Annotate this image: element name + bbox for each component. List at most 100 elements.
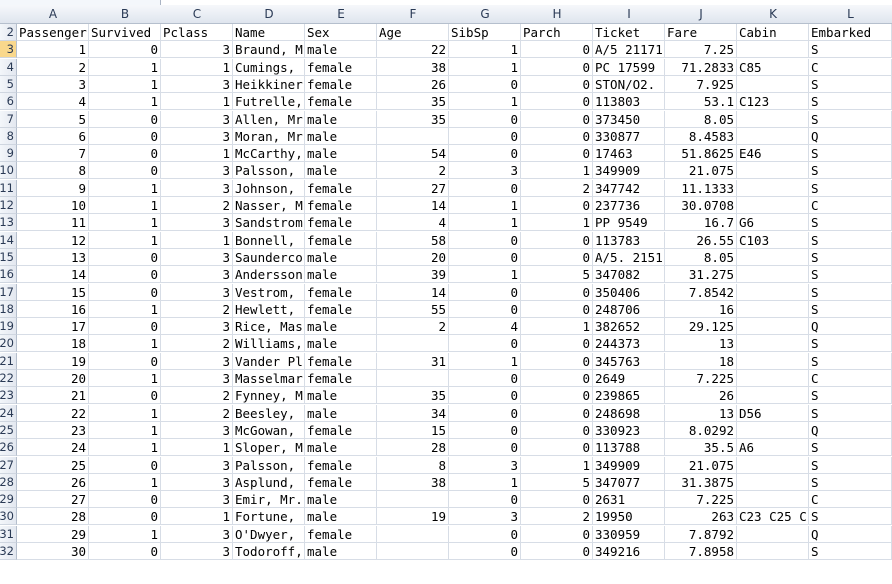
cell-k[interactable]: C23 C25 C — [737, 508, 809, 526]
cell-c[interactable]: 3 — [161, 248, 233, 266]
cell-h[interactable]: 5 — [521, 473, 593, 491]
cell-c[interactable]: 3 — [161, 214, 233, 232]
row-number[interactable]: 11 — [0, 179, 17, 197]
cell-e[interactable]: female — [305, 214, 377, 232]
cell-a[interactable]: 3 — [17, 75, 89, 93]
cell-j[interactable]: Fare — [665, 24, 737, 41]
cell-f[interactable]: 19 — [377, 508, 449, 526]
cell-d[interactable]: Heikkiner — [233, 75, 305, 93]
cell-b[interactable]: 1 — [89, 421, 161, 439]
cell-h[interactable]: 0 — [521, 543, 593, 560]
cell-h[interactable]: 1 — [521, 214, 593, 232]
cell-b[interactable]: 1 — [89, 75, 161, 93]
cell-i[interactable]: 248698 — [593, 404, 665, 422]
cell-c[interactable]: 3 — [161, 179, 233, 197]
cell-d[interactable]: Todoroff, — [233, 543, 305, 560]
row-number[interactable]: 10 — [0, 162, 17, 180]
cell-l[interactable]: S — [809, 266, 892, 284]
cell-l[interactable]: S — [809, 93, 892, 111]
cell-i[interactable]: 347742 — [593, 179, 665, 197]
cell-d[interactable]: Sloper, M — [233, 439, 305, 457]
cell-j[interactable]: 13 — [665, 335, 737, 353]
cell-c[interactable]: 1 — [161, 93, 233, 111]
cell-g[interactable]: 1 — [449, 266, 521, 284]
cell-j[interactable]: 8.0292 — [665, 421, 737, 439]
cell-b[interactable]: 0 — [89, 283, 161, 301]
cell-c[interactable]: 3 — [161, 352, 233, 370]
cell-b[interactable]: Survived — [89, 24, 161, 41]
cell-g[interactable]: 0 — [449, 525, 521, 543]
row-number[interactable]: 7 — [0, 110, 17, 128]
cell-g[interactable]: 3 — [449, 456, 521, 474]
cell-c[interactable]: 3 — [161, 41, 233, 59]
cell-j[interactable]: 263 — [665, 508, 737, 526]
cell-k[interactable] — [737, 179, 809, 197]
cell-e[interactable]: female — [305, 179, 377, 197]
cell-f[interactable]: 27 — [377, 179, 449, 197]
cell-j[interactable]: 8.05 — [665, 248, 737, 266]
cell-b[interactable]: 0 — [89, 508, 161, 526]
cell-j[interactable]: 7.8542 — [665, 283, 737, 301]
cell-d[interactable]: Vander Pl — [233, 352, 305, 370]
cell-c[interactable]: 2 — [161, 335, 233, 353]
cell-d[interactable]: Rice, Mas — [233, 318, 305, 336]
cell-b[interactable]: 1 — [89, 473, 161, 491]
cell-j[interactable]: 31.275 — [665, 266, 737, 284]
cell-i[interactable]: 330877 — [593, 127, 665, 145]
cell-j[interactable]: 29.125 — [665, 318, 737, 336]
cell-e[interactable]: female — [305, 283, 377, 301]
cell-a[interactable]: 20 — [17, 370, 89, 387]
column-header-i[interactable]: I — [593, 5, 666, 24]
column-header-d[interactable]: D — [233, 5, 306, 24]
cell-c[interactable]: 3 — [161, 491, 233, 509]
cell-l[interactable]: S — [809, 404, 892, 422]
cell-f[interactable]: 39 — [377, 266, 449, 284]
cell-k[interactable] — [737, 352, 809, 370]
cell-j[interactable]: 21.075 — [665, 162, 737, 180]
cell-b[interactable]: 1 — [89, 370, 161, 387]
cell-c[interactable]: 1 — [161, 231, 233, 249]
cell-a[interactable]: 24 — [17, 439, 89, 457]
cell-f[interactable] — [377, 127, 449, 145]
cell-g[interactable]: 0 — [449, 370, 521, 387]
cell-g[interactable]: 1 — [449, 473, 521, 491]
cell-d[interactable]: Johnson, — [233, 179, 305, 197]
cell-l[interactable]: C — [809, 491, 892, 509]
cell-k[interactable] — [737, 283, 809, 301]
cell-c[interactable]: 3 — [161, 473, 233, 491]
cell-d[interactable]: Saunderco — [233, 248, 305, 266]
cell-f[interactable] — [377, 335, 449, 353]
cell-a[interactable]: 14 — [17, 266, 89, 284]
cell-a[interactable]: 28 — [17, 508, 89, 526]
row-number[interactable]: 19 — [0, 318, 17, 336]
cell-c[interactable]: 1 — [161, 58, 233, 76]
cell-f[interactable]: 35 — [377, 110, 449, 128]
cell-j[interactable]: 21.075 — [665, 456, 737, 474]
cell-g[interactable]: 1 — [449, 58, 521, 76]
cell-b[interactable]: 0 — [89, 543, 161, 560]
cell-g[interactable]: 0 — [449, 179, 521, 197]
cell-l[interactable]: Q — [809, 127, 892, 145]
cell-b[interactable]: 1 — [89, 214, 161, 232]
cell-l[interactable]: S — [809, 473, 892, 491]
cell-k[interactable] — [737, 41, 809, 59]
cell-g[interactable]: 0 — [449, 543, 521, 560]
cell-k[interactable] — [737, 266, 809, 284]
cell-i[interactable]: Ticket — [593, 24, 665, 41]
cell-g[interactable]: 0 — [449, 145, 521, 163]
cell-g[interactable]: 1 — [449, 93, 521, 111]
cell-e[interactable]: female — [305, 231, 377, 249]
cell-i[interactable]: 330959 — [593, 525, 665, 543]
cell-a[interactable]: 10 — [17, 197, 89, 214]
cell-h[interactable]: 0 — [521, 197, 593, 214]
cell-i[interactable]: 350406 — [593, 283, 665, 301]
cell-h[interactable]: 0 — [521, 491, 593, 509]
cell-j[interactable]: 30.0708 — [665, 197, 737, 214]
cell-k[interactable] — [737, 473, 809, 491]
cell-i[interactable]: A/5 21171 — [593, 41, 665, 59]
cell-l[interactable]: C — [809, 197, 892, 214]
cell-d[interactable]: Braund, M — [233, 41, 305, 59]
cell-c[interactable]: 3 — [161, 456, 233, 474]
cell-l[interactable]: C — [809, 370, 892, 387]
cell-g[interactable]: 3 — [449, 508, 521, 526]
